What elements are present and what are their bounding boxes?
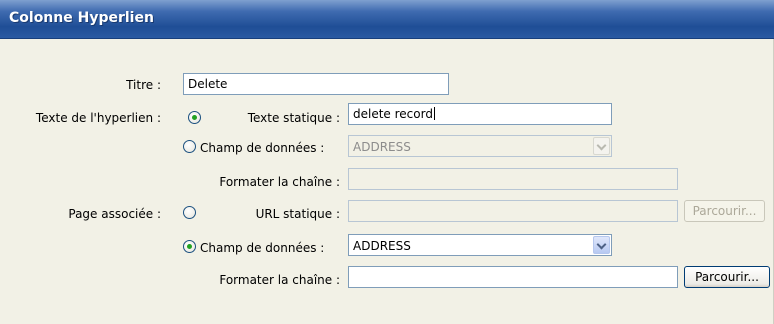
dialog-title: Colonne Hyperlien bbox=[9, 10, 154, 26]
radio-selected-dot bbox=[187, 244, 192, 249]
texte-statique-input-value: delete record bbox=[353, 107, 433, 121]
texte-statique-input[interactable]: delete record bbox=[348, 103, 612, 125]
radio-selected-dot bbox=[192, 115, 197, 120]
champ-de-donnees-label-1: Champ de données : bbox=[200, 141, 325, 155]
chevron-down-icon bbox=[596, 140, 607, 151]
parcourir-button-1[interactable]: Parcourir... bbox=[684, 200, 765, 222]
texte-statique-radio[interactable] bbox=[188, 111, 201, 124]
champ-de-donnees-select-1[interactable]: ADDRESS bbox=[348, 135, 612, 157]
text-cursor bbox=[433, 107, 435, 120]
page-associee-label: Page associée : bbox=[68, 207, 161, 221]
champ-de-donnees-select-2[interactable]: ADDRESS bbox=[348, 234, 612, 256]
texte-statique-label: Texte statique : bbox=[247, 111, 340, 125]
hyperlink-column-dialog: Colonne Hyperlien Titre : Delete Texte d… bbox=[0, 0, 774, 324]
champ-de-donnees-select-2-value: ADDRESS bbox=[353, 239, 411, 253]
titre-input-value: Delete bbox=[188, 77, 228, 91]
chevron-down-icon bbox=[596, 239, 607, 250]
formater-chaine-label-1: Formater la chaîne : bbox=[219, 175, 340, 189]
texte-hyperlien-label: Texte de l'hyperlien : bbox=[35, 111, 161, 125]
dropdown-button[interactable] bbox=[593, 236, 610, 254]
champ-de-donnees-select-1-value: ADDRESS bbox=[353, 140, 411, 154]
formater-chaine-label-2: Formater la chaîne : bbox=[219, 273, 340, 287]
formater-chaine-input-2[interactable] bbox=[348, 266, 678, 288]
champ-de-donnees-radio-1[interactable] bbox=[183, 140, 196, 153]
titre-label: Titre : bbox=[126, 78, 161, 92]
dropdown-button[interactable] bbox=[593, 137, 610, 155]
url-statique-radio[interactable] bbox=[183, 206, 196, 219]
formater-chaine-input-1[interactable] bbox=[348, 168, 678, 190]
parcourir-button-2[interactable]: Parcourir... bbox=[684, 266, 770, 288]
dialog-title-bar: Colonne Hyperlien bbox=[0, 0, 774, 39]
titre-input[interactable]: Delete bbox=[183, 73, 449, 95]
champ-de-donnees-radio-2[interactable] bbox=[183, 240, 196, 253]
url-statique-input[interactable] bbox=[348, 200, 678, 222]
url-statique-label: URL statique : bbox=[255, 207, 340, 221]
champ-de-donnees-label-2: Champ de données : bbox=[200, 241, 325, 255]
